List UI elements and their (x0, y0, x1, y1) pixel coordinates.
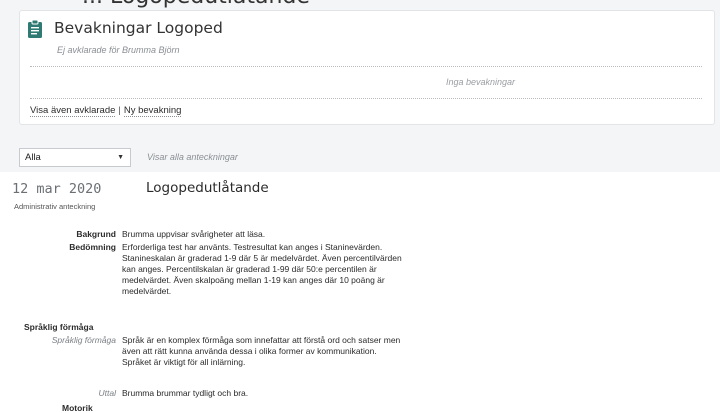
field-label-assessment: Bedömning (69, 242, 116, 252)
link-separator: | (118, 105, 121, 116)
cut-off-heading: ... Logopedutlåtande (0, 0, 720, 8)
field-value-assessment: Erforderliga test har använts. Testresul… (122, 242, 402, 296)
note-type: Administrativ anteckning (14, 202, 96, 211)
note-card: 12 mar 2020 Logopedutlåtande Administrat… (0, 172, 720, 413)
monitoring-panel-title: Bevakningar Logoped (54, 19, 223, 37)
note-title: Logopedutlåtande (146, 180, 269, 196)
field-label-background: Bakgrund (76, 229, 116, 239)
dotted-divider (30, 98, 702, 99)
cut-off-heading-text: ... Logopedutlåtande (82, 0, 310, 8)
note-filter-select[interactable]: Alla ▼ (19, 148, 131, 167)
section-heading-motor: Motorik (62, 403, 93, 413)
field-value-background: Brumma uppvisar svårigheter att läsa. (122, 229, 266, 239)
field-label-pronunciation: Uttal (98, 388, 116, 398)
monitoring-panel: Bevakningar Logoped Ej avklarade för Bru… (19, 10, 715, 125)
field-label-language: Språklig förmåga (51, 335, 116, 345)
section-heading-language: Språklig förmåga (24, 322, 94, 332)
new-monitoring-link[interactable]: Ny bevakning (123, 105, 182, 117)
monitoring-links: Visa även avklarade | Ny bevakning (30, 105, 182, 117)
show-completed-link[interactable]: Visa även avklarade (30, 105, 116, 117)
monitoring-panel-subtitle: Ej avklarade för Brumma Björn (57, 45, 180, 55)
field-value-language: Språk är en komplex förmåga som innefatt… (122, 335, 401, 367)
note-filter-selected-value: Alla (25, 152, 41, 163)
field-value-pronunciation: Brumma brummar tydligt och bra. (122, 388, 249, 398)
note-date: 12 mar 2020 (12, 181, 102, 197)
chevron-down-icon: ▼ (117, 154, 124, 161)
empty-monitoring-message: Inga bevakningar (446, 77, 516, 87)
filter-status-text: Visar alla anteckningar (147, 152, 238, 162)
dotted-divider (30, 66, 702, 67)
clipboard-icon (28, 19, 42, 38)
